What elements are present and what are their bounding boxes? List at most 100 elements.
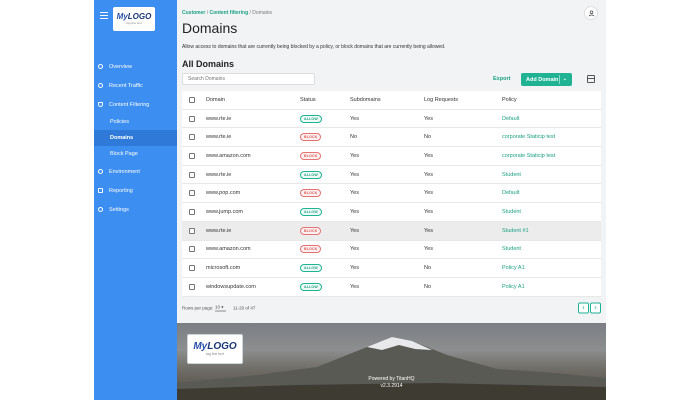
button-divider: [559, 75, 560, 84]
cell-subdomains: Yes: [350, 246, 359, 253]
column-header-status[interactable]: Status: [300, 97, 316, 103]
sidebar-item-content-filtering[interactable]: Content Filtering: [94, 95, 177, 114]
cell-status: BLOCK: [300, 189, 322, 198]
row-checkbox[interactable]: [189, 246, 195, 253]
breadcrumb-content-filtering[interactable]: Content filtering: [210, 10, 249, 16]
row-checkbox[interactable]: [189, 227, 195, 234]
column-header-policy[interactable]: Policy: [502, 97, 517, 103]
cell-policy-link[interactable]: Policy A1: [502, 265, 525, 271]
cell-policy-link[interactable]: Student #1: [502, 228, 529, 234]
sidebar-item-label: Recent Traffic: [109, 82, 143, 89]
cell-status: ALLOW: [300, 114, 322, 123]
brand-logo[interactable]: MyLOGO tag line text: [113, 7, 155, 31]
sidebar-item-recent-traffic[interactable]: Recent Traffic: [94, 76, 177, 95]
row-checkbox[interactable]: [189, 134, 195, 141]
status-badge: ALLOW: [300, 282, 322, 291]
cell-policy-link[interactable]: Default: [502, 190, 519, 196]
row-checkbox[interactable]: [189, 190, 195, 197]
cell-log-requests: No: [424, 134, 432, 141]
cell-policy-link[interactable]: corporate Staticip test: [502, 134, 555, 140]
sidebar-item-settings[interactable]: Settings: [94, 200, 177, 219]
rows-per-page-value: 10: [215, 304, 221, 310]
cell-log-requests: No: [424, 265, 432, 272]
table-row[interactable]: www.amazon.com BLOCK Yes Yes corporate Stati…: [182, 147, 601, 166]
rows-per-page-label: Rows per page:: [182, 305, 214, 311]
cell-subdomains: Yes: [350, 208, 359, 215]
sidebar-subitem-block-page[interactable]: Block Page: [94, 146, 177, 162]
cell-domain: www.amazon.com: [206, 152, 251, 159]
cell-log-requests: Yes: [424, 246, 433, 253]
cell-log-requests: Yes: [424, 171, 433, 178]
chevron-down-icon[interactable]: ⌄: [563, 76, 567, 82]
table-header-row: Domain Status Subdomains Log Requests Po…: [182, 91, 601, 110]
row-checkbox[interactable]: [189, 265, 195, 272]
table-row[interactable]: microsoft.com ALLOW Yes No Policy A1: [182, 259, 601, 278]
cell-subdomains: Yes: [350, 265, 359, 272]
cell-domain: www.rte.ie: [206, 171, 232, 178]
cell-domain: windowsupdate.com: [206, 283, 256, 290]
table-row[interactable]: www.pop.com BLOCK Yes Yes Default: [182, 184, 601, 204]
cell-domain: www.jump.com: [206, 208, 243, 215]
cell-log-requests: No: [424, 283, 432, 290]
cell-policy-link[interactable]: Policy A1: [502, 284, 525, 290]
table-pagination: Rows per page: 10 ▾ 11-20 of 47 ‹ ›: [182, 296, 601, 319]
user-icon: [588, 9, 594, 16]
select-all-checkbox[interactable]: [189, 96, 195, 103]
sidebar-subitem-label: Block Page: [110, 151, 138, 157]
row-checkbox[interactable]: [189, 115, 195, 122]
export-button[interactable]: Export: [493, 76, 510, 82]
cell-status: ALLOW: [300, 170, 322, 179]
cell-status: BLOCK: [300, 133, 322, 142]
powered-by-text: Powered by TitanHQ: [368, 376, 415, 382]
sidebar-subitem-domains[interactable]: Domains: [94, 130, 177, 146]
status-badge: ALLOW: [300, 264, 322, 273]
hamburger-menu-icon[interactable]: [100, 12, 108, 19]
table-row[interactable]: windowsupdate.com ALLOW Yes No Policy A1: [182, 278, 601, 297]
cell-policy-link[interactable]: corporate Staticip test: [502, 153, 555, 159]
sidebar-nav: Overview Recent Traffic Content Filterin…: [94, 57, 177, 219]
cell-policy-link[interactable]: Student: [502, 209, 521, 215]
calendar-icon[interactable]: [587, 75, 595, 83]
sidebar-item-label: Settings: [109, 206, 129, 213]
cell-log-requests: Yes: [424, 227, 433, 234]
row-checkbox[interactable]: [189, 171, 195, 178]
row-checkbox[interactable]: [189, 283, 195, 290]
section-title: All Domains: [182, 59, 235, 69]
previous-page-button[interactable]: ‹: [578, 302, 589, 314]
user-account-button[interactable]: [584, 6, 598, 20]
sidebar-subitem-label: Policies: [110, 119, 129, 125]
column-header-log-requests[interactable]: Log Requests: [424, 97, 458, 103]
shield-icon: [98, 102, 103, 107]
table-row[interactable]: www.rte.ie BLOCK Yes Yes Student #1: [182, 221, 601, 241]
logo-tagline: tag line text: [206, 352, 224, 356]
globe-icon: [98, 169, 103, 174]
row-checkbox[interactable]: [189, 208, 195, 215]
table-row[interactable]: www.rte.ie ALLOW Yes Yes Student: [182, 166, 601, 185]
cell-policy-link[interactable]: Student: [502, 172, 521, 178]
add-domain-button[interactable]: Add Domain ⌄: [521, 73, 572, 86]
table-row[interactable]: www.rte.ie BLOCK No No corporate Staticip te…: [182, 128, 601, 148]
breadcrumb-customer[interactable]: Customer: [182, 10, 205, 16]
search-domains-input[interactable]: [182, 73, 315, 85]
sidebar-subitem-policies[interactable]: Policies: [94, 114, 177, 130]
column-header-domain[interactable]: Domain: [206, 97, 225, 103]
sidebar-item-overview[interactable]: Overview: [94, 57, 177, 76]
app-window: MyLOGO tag line text Overview Recent Tra…: [94, 0, 606, 400]
cell-policy-link[interactable]: Default: [502, 116, 519, 122]
rows-per-page-select[interactable]: 10 ▾: [215, 304, 226, 312]
logo-my: My: [116, 12, 128, 21]
sidebar-item-reporting[interactable]: Reporting: [94, 181, 177, 200]
cell-subdomains: Yes: [350, 115, 359, 122]
sidebar-item-label: Reporting: [109, 187, 133, 194]
row-checkbox[interactable]: [189, 152, 195, 159]
table-row[interactable]: www.rte.ie ALLOW Yes Yes Default: [182, 110, 601, 129]
cell-subdomains: Yes: [350, 152, 359, 159]
sidebar-item-environment[interactable]: Environment: [94, 162, 177, 181]
table-row[interactable]: www.amazon.com BLOCK Yes Yes Student: [182, 241, 601, 260]
column-header-subdomains[interactable]: Subdomains: [350, 97, 381, 103]
page-footer: MyLOGO tag line text Powered by TitanHQ …: [177, 323, 606, 400]
gear-icon: [98, 207, 103, 212]
cell-policy-link[interactable]: Student: [502, 246, 521, 252]
table-row[interactable]: www.jump.com ALLOW Yes Yes Student: [182, 203, 601, 222]
next-page-button[interactable]: ›: [590, 302, 601, 314]
